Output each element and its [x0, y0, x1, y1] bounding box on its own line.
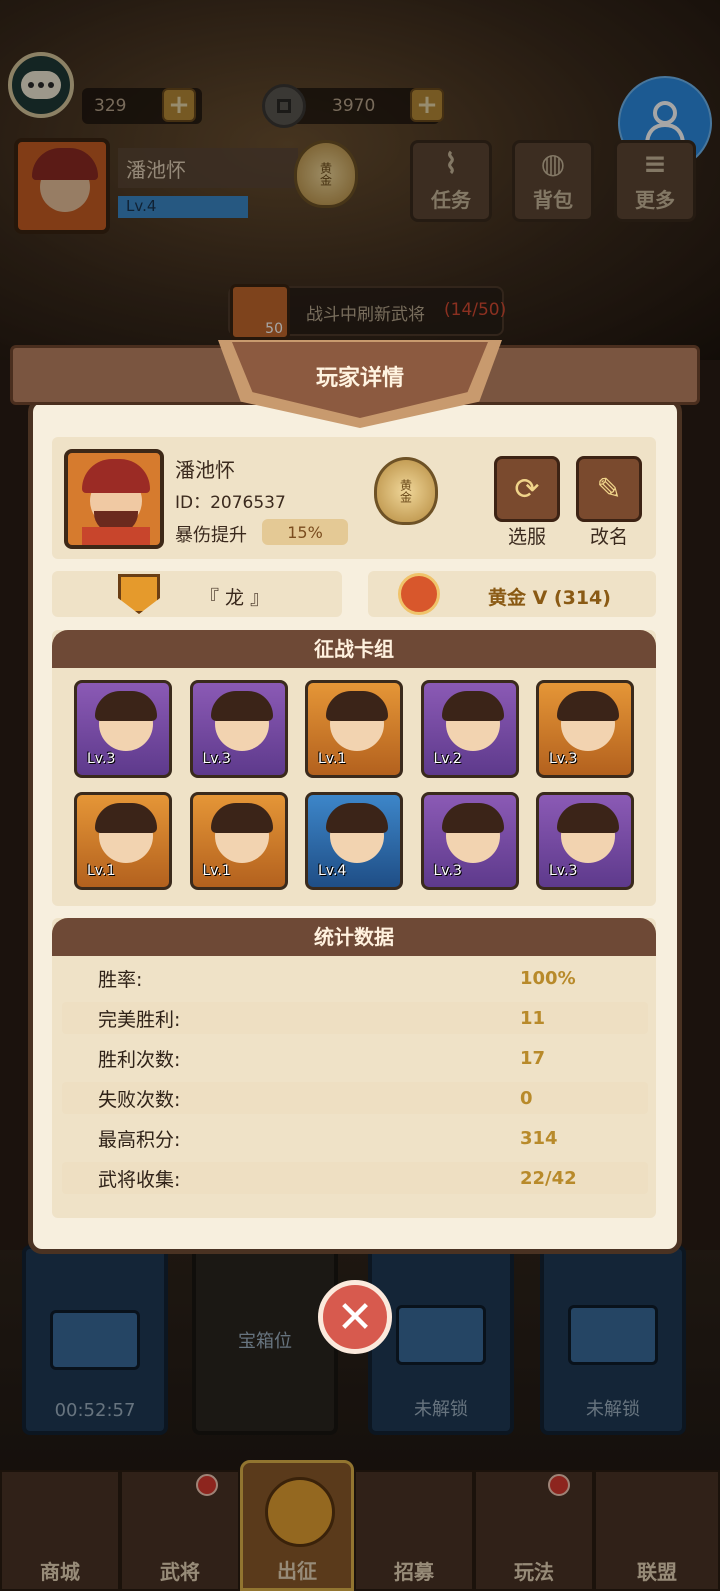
hero-card[interactable]: Lv.1 [74, 792, 172, 890]
switch-server-label: 选服 [507, 526, 546, 548]
hero-card[interactable]: Lv.3 [189, 680, 288, 778]
deck-grid: Lv.3 Lv.3 Lv.1 Lv.2 Lv.3 Lv.1 Lv.1 Lv.4 Lv.3 Lv.3 [52, 668, 656, 906]
hero-hair [210, 803, 273, 833]
hero-hair [326, 803, 388, 833]
crit-label: 暴伤提升 [175, 525, 247, 546]
refresh-icon: ⟳ [514, 471, 540, 507]
hero-level: Lv.1 [202, 863, 231, 879]
player-id: ID：2076537 [175, 493, 286, 513]
guild-name: 『 龙 』 [200, 587, 270, 609]
guild-card [52, 571, 342, 617]
rank-text: 黄金 V (314) [488, 587, 611, 609]
hero-card[interactable]: Lv.4 [305, 792, 403, 890]
hero-card[interactable]: Lv.3 [420, 792, 519, 890]
hero-level: Lv.2 [433, 751, 462, 767]
hero-level: Lv.3 [202, 751, 231, 767]
hero-card[interactable]: Lv.3 [536, 792, 634, 890]
hero-level: Lv.3 [549, 751, 578, 767]
stats-title: 统计数据 [52, 918, 656, 956]
rename-button[interactable]: ✎ [576, 456, 642, 522]
hero-level: Lv.3 [433, 863, 462, 879]
player-portrait [64, 449, 164, 549]
close-icon: ✕ [336, 1291, 374, 1343]
rename-label: 改名 [589, 526, 628, 548]
hero-hair [557, 803, 619, 833]
pencil-icon: ✎ [596, 471, 622, 507]
hero-hair [210, 691, 273, 721]
hero-card[interactable]: Lv.2 [420, 680, 519, 778]
stats-card [52, 918, 656, 1218]
rank-emblem-icon [398, 573, 440, 615]
rank-medal-text: 黄金 [398, 479, 413, 503]
hero-card[interactable]: Lv.3 [74, 680, 172, 778]
hero-card[interactable]: Lv.3 [536, 680, 634, 778]
hero-level: Lv.3 [549, 863, 578, 879]
hero-hair [95, 691, 157, 721]
switch-server-button[interactable]: ⟳ [494, 456, 560, 522]
hero-level: Lv.1 [318, 751, 347, 767]
close-button[interactable]: ✕ [318, 1280, 392, 1354]
hero-hair [557, 691, 619, 721]
hero-level: Lv.1 [87, 863, 116, 879]
hero-hair [95, 803, 157, 833]
hero-hair [326, 691, 388, 721]
hero-hair [441, 691, 504, 721]
crit-value: 15% [262, 519, 348, 545]
hero-hair [441, 803, 504, 833]
hero-card[interactable]: Lv.1 [305, 680, 403, 778]
rank-medal-icon: 黄金 [374, 457, 438, 525]
hero-card[interactable]: Lv.1 [189, 792, 288, 890]
hero-level: Lv.4 [318, 863, 347, 879]
player-name-detail: 潘池怀 [175, 458, 235, 482]
deck-title: 征战卡组 [52, 630, 656, 668]
dialog-title-text: 玩家详情 [315, 366, 404, 391]
hero-level: Lv.3 [87, 751, 116, 767]
